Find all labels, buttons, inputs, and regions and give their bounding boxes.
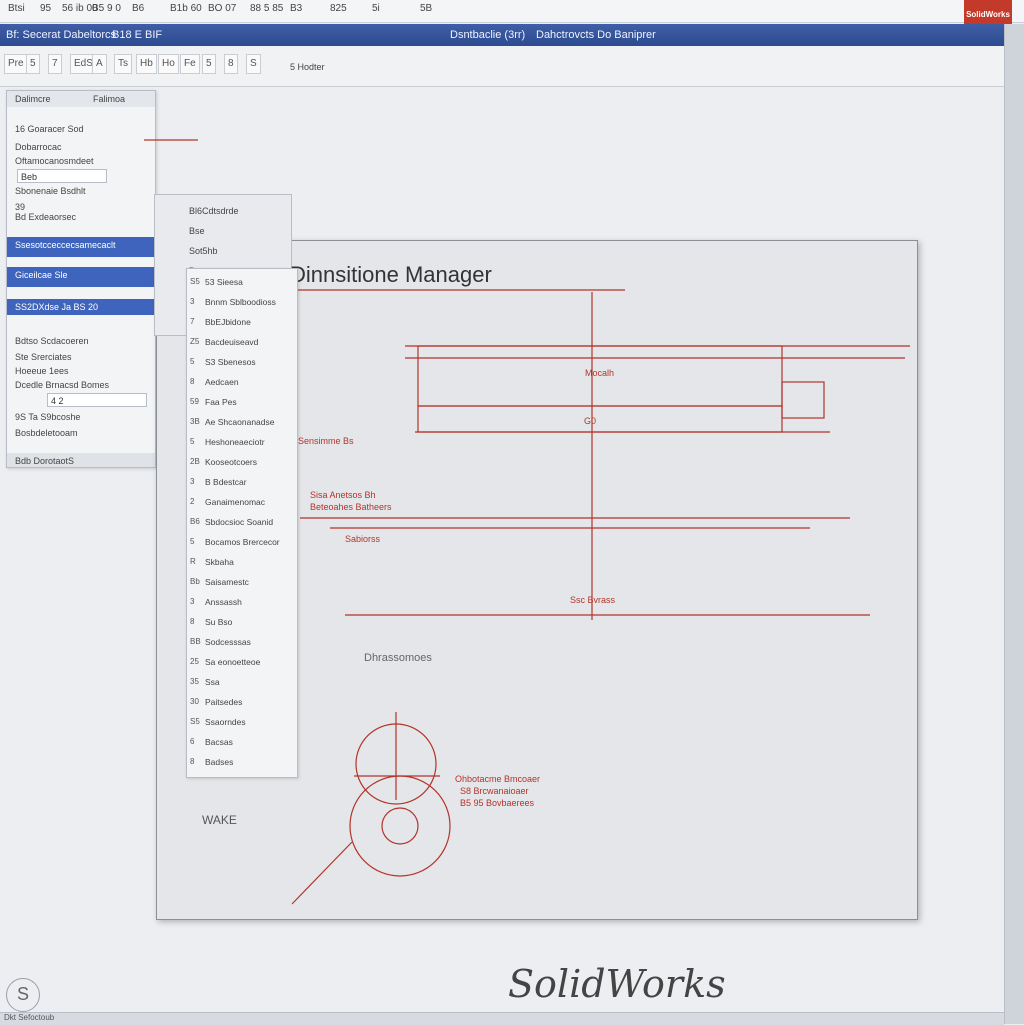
item-number: 3 xyxy=(190,597,195,606)
item-label: Ae Shcaonanadse xyxy=(205,417,275,427)
item-number: 25 xyxy=(190,657,199,666)
item-label: Bocamos Brercecor xyxy=(205,537,280,547)
item-label: Sa eonoetteoe xyxy=(205,657,261,667)
item-number: 30 xyxy=(190,697,199,706)
annotation: G0 xyxy=(584,416,596,426)
item-label: Su Bso xyxy=(205,617,233,627)
item-label: Bacsas xyxy=(205,737,233,747)
item-label: Bnnm Sblboodioss xyxy=(205,297,276,307)
item-number: 6 xyxy=(190,737,195,746)
dimension-list-item[interactable]: 5 Bocamos Brercecor xyxy=(187,535,297,549)
item-label: Anssassh xyxy=(205,597,242,607)
annotation: Sisa Anetsos Bh xyxy=(310,490,376,500)
item-number: 3 xyxy=(190,297,195,306)
item-number: 5 xyxy=(190,537,195,546)
wake-label: WAKE xyxy=(202,813,237,827)
item-label: Heshoneaeciotr xyxy=(205,437,265,447)
item-number: S5 xyxy=(190,717,200,726)
dimension-list-item[interactable]: R Skbaha xyxy=(187,555,297,569)
item-number: 8 xyxy=(190,617,195,626)
item-label: Paitsedes xyxy=(205,697,243,707)
annotation: Sabiorss xyxy=(345,534,381,544)
item-number: 8 xyxy=(190,377,195,386)
annotation: B5 95 Bovbaerees xyxy=(460,798,535,808)
item-number: B6 xyxy=(190,517,200,526)
item-label: Badses xyxy=(205,757,234,767)
dimension-list-item[interactable]: 25 Sa eonoetteoe xyxy=(187,655,297,669)
item-number: BB xyxy=(190,637,201,646)
dimension-list-item[interactable]: B6 Sbdocsioc Soanid xyxy=(187,515,297,529)
item-number: 5 xyxy=(190,357,195,366)
dimension-list-item[interactable]: 2 Ganaimenomac xyxy=(187,495,297,509)
dimension-list-item[interactable]: S5 Ssaorndes xyxy=(187,715,297,729)
brand-wordmark: SolidWorks xyxy=(508,962,726,1006)
dimension-list-item[interactable]: BB Sodcesssas xyxy=(187,635,297,649)
dimension-list-item[interactable]: 6 Bacsas xyxy=(187,735,297,749)
item-label: B Bdestcar xyxy=(205,477,247,487)
annotation: Mocalh xyxy=(585,368,614,378)
item-label: S3 Sbenesos xyxy=(205,357,256,367)
dimension-list-item[interactable]: 5 Heshoneaeciotr xyxy=(187,435,297,449)
dimensions-label: Dhrassomoes xyxy=(364,652,432,664)
item-label: Saisamestc xyxy=(205,577,249,587)
item-number: S5 xyxy=(190,277,200,286)
dimension-list-item[interactable]: Z5 Bacdeuiseavd xyxy=(187,335,297,349)
item-label: Sbdocsioc Soanid xyxy=(205,517,274,527)
item-number: 7 xyxy=(190,317,195,326)
dimension-list-item[interactable]: 3B Ae Shcaonanadse xyxy=(187,415,297,429)
sketch-drawing: Sensimme Bs Sisa Anetsos Bh Beteoahes Ba… xyxy=(144,139,910,905)
item-number: 8 xyxy=(190,757,195,766)
item-number: R xyxy=(190,557,196,566)
item-number: Z5 xyxy=(190,337,200,346)
status-bar: Dkt Sefoctoub xyxy=(0,1012,1004,1025)
dimension-list-item[interactable]: 5 S3 Sbenesos xyxy=(187,355,297,369)
dimension-list-item[interactable]: 3 B Bdestcar xyxy=(187,475,297,489)
dimension-list-item[interactable]: 30 Paitsedes xyxy=(187,695,297,709)
item-label: Sodcesssas xyxy=(205,637,251,647)
annotation: S8 Brcwanaioaer xyxy=(460,786,529,796)
item-label: Faa Pes xyxy=(205,397,237,407)
dimension-list-item[interactable]: Bb Saisamestc xyxy=(187,575,297,589)
dimension-list-item[interactable]: 35 Ssa xyxy=(187,675,297,689)
annotation: Ssc Bvrass xyxy=(570,595,616,605)
item-label: Kooseotcoers xyxy=(205,457,257,467)
item-number: 5 xyxy=(190,437,195,446)
item-label: Aedcaen xyxy=(205,377,239,387)
item-number: 2 xyxy=(190,497,195,506)
dimension-list-item[interactable]: S5 53 Sieesa xyxy=(187,275,297,289)
item-number: 3 xyxy=(190,477,195,486)
dimension-list-item[interactable]: 3 Anssassh xyxy=(187,595,297,609)
item-label: Ssaorndes xyxy=(205,717,246,727)
item-number: 35 xyxy=(190,677,199,686)
item-label: 53 Sieesa xyxy=(205,277,243,287)
item-number: 2B xyxy=(190,457,200,466)
annotation: Beteoahes Batheers xyxy=(310,502,392,512)
item-label: Bacdeuiseavd xyxy=(205,337,259,347)
dimension-list-item[interactable]: 8 Badses xyxy=(187,755,297,769)
item-label: Ssa xyxy=(205,677,220,687)
dimension-list-item[interactable]: 7 BbEJbidone xyxy=(187,315,297,329)
item-number: Bb xyxy=(190,577,200,586)
dimension-list-item[interactable]: 8 Su Bso xyxy=(187,615,297,629)
dimension-list-item[interactable]: 59 Faa Pes xyxy=(187,395,297,409)
app-logo-corner[interactable]: S xyxy=(6,978,40,1012)
item-label: BbEJbidone xyxy=(205,317,251,327)
status-text: Dkt Sefoctoub xyxy=(4,1013,55,1022)
annotation: Ohbotacme Bmcoaer xyxy=(455,774,540,784)
annotation: Sensimme Bs xyxy=(298,436,354,446)
item-label: Ganaimenomac xyxy=(205,497,266,507)
dimension-list-item[interactable]: 8 Aedcaen xyxy=(187,375,297,389)
dimension-list-item[interactable]: 2B Kooseotcoers xyxy=(187,455,297,469)
item-number: 3B xyxy=(190,417,200,426)
item-number: 59 xyxy=(190,397,199,406)
dimension-list-item[interactable]: 3 Bnnm Sblboodioss xyxy=(187,295,297,309)
item-label: Skbaha xyxy=(205,557,234,567)
dimension-list: S5 53 Sieesa 3 Bnnm Sblboodioss 7 BbEJbidone Z… xyxy=(186,268,298,778)
